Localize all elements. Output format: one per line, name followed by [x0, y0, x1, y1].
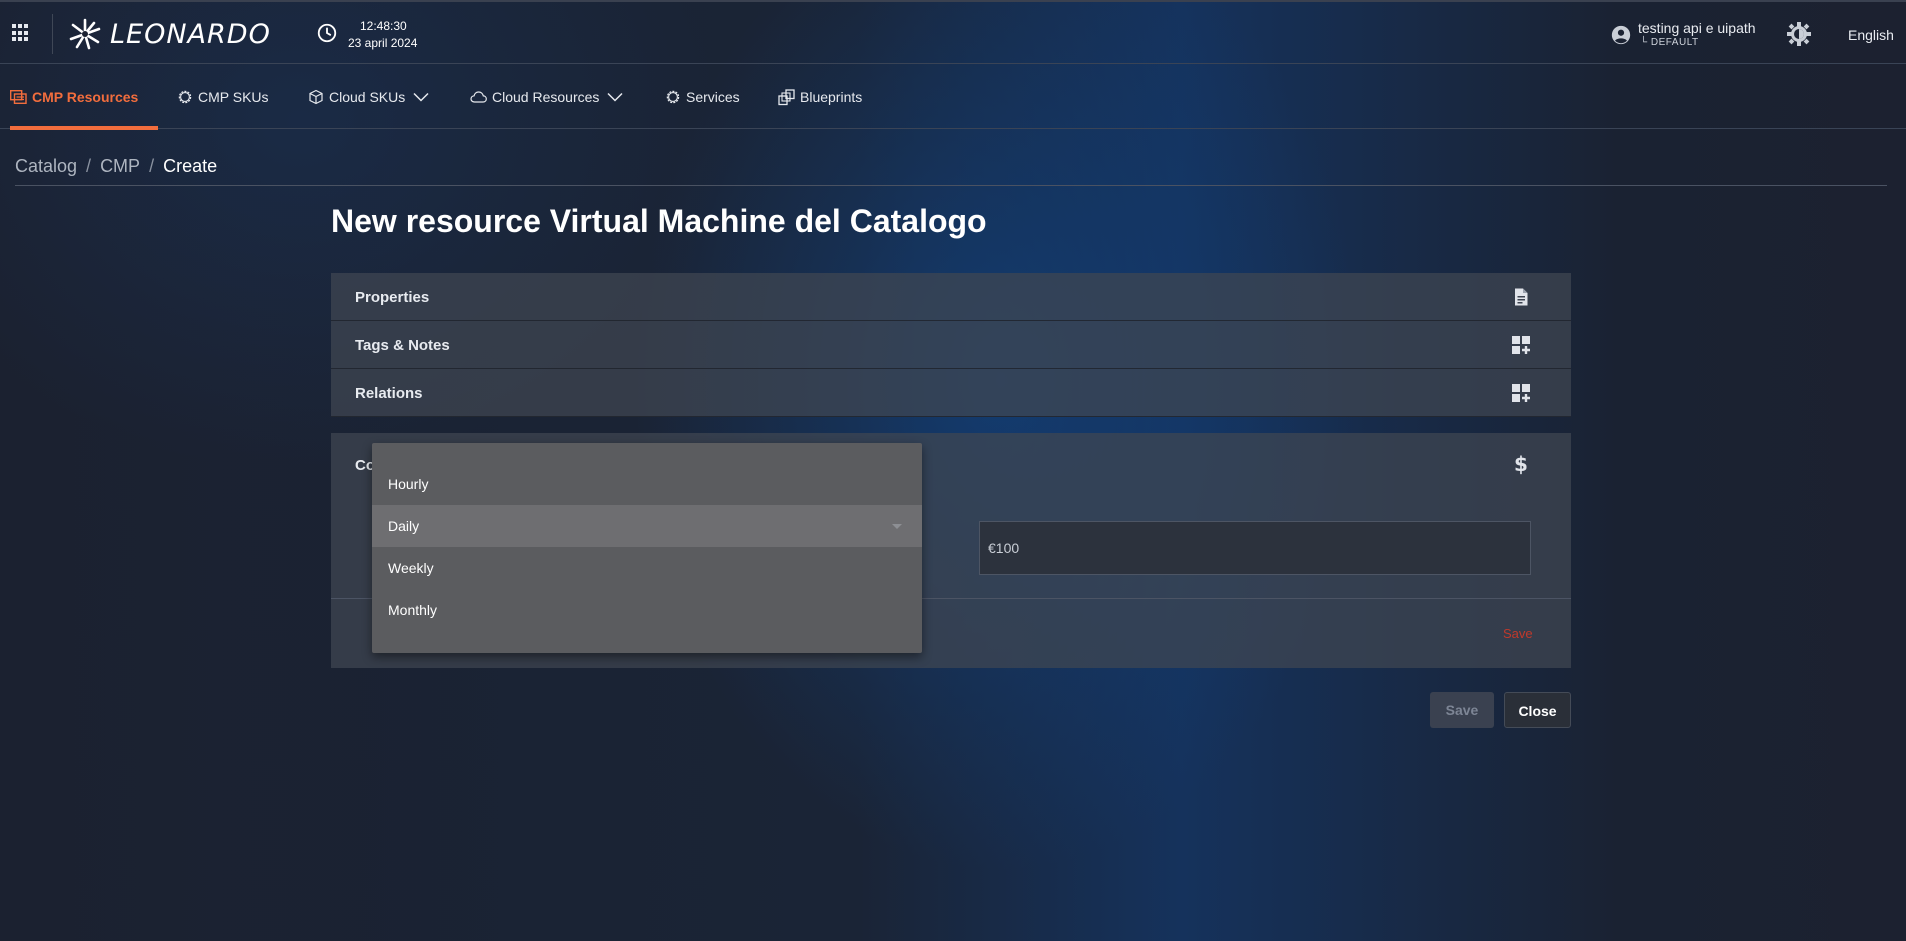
nav-label: Blueprints [800, 89, 863, 105]
language-selector[interactable]: English [1848, 27, 1894, 43]
header-divider [52, 14, 53, 54]
sections-panel: Properties Tags & Notes Relations [331, 273, 1571, 417]
close-button[interactable]: Close [1504, 692, 1571, 728]
svg-text:$: $ [1514, 453, 1528, 475]
gear-icon [178, 90, 192, 104]
section-tags-notes[interactable]: Tags & Notes [331, 321, 1571, 369]
period-dropdown-menu: Hourly Daily Weekly Monthly [372, 443, 922, 653]
breadcrumb-catalog[interactable]: Catalog [15, 156, 77, 177]
nav-cloud-skus[interactable]: Cloud SKUs [308, 65, 434, 129]
option-monthly[interactable]: Monthly [372, 589, 922, 631]
user-tenant: └ DEFAULT [1640, 37, 1699, 48]
logo: LEONARDO [68, 15, 271, 53]
dollar-icon: $ [1514, 453, 1528, 475]
section-relations[interactable]: Relations [331, 369, 1571, 417]
cube-icon [309, 89, 323, 105]
brightness-icon[interactable] [1786, 21, 1812, 47]
blueprint-icon [778, 88, 795, 105]
top-bar: LEONARDO 12:48:30 23 april 2024 testing … [0, 0, 1906, 64]
page-title: New resource Virtual Machine del Catalog… [331, 203, 987, 239]
save-button[interactable]: Save [1430, 692, 1494, 728]
user-account-icon[interactable] [1610, 24, 1632, 46]
clock-time: 12:48:30 [360, 19, 407, 33]
breadcrumb-cmp[interactable]: CMP [100, 156, 140, 177]
section-label: Relations [355, 385, 423, 402]
breadcrumb: Catalog / CMP / Create [15, 156, 217, 177]
nav-cmp-resources[interactable]: CMP Resources [10, 65, 158, 130]
breadcrumb-divider [15, 185, 1887, 186]
chevron-down-icon [607, 92, 623, 102]
option-weekly[interactable]: Weekly [372, 547, 922, 589]
nav-label: Cloud SKUs [329, 89, 406, 105]
chevron-down-icon [413, 92, 429, 102]
resources-icon [10, 90, 27, 104]
cloud-icon [470, 91, 487, 103]
clock-date: 23 april 2024 [348, 36, 418, 50]
clock-icon [317, 23, 337, 43]
nav-cloud-resources[interactable]: Cloud Resources [470, 65, 628, 129]
nav-label: CMP Resources [32, 89, 139, 105]
section-label: Properties [355, 289, 430, 306]
section-properties[interactable]: Properties [331, 273, 1571, 321]
costs-save-button[interactable]: Save [1503, 626, 1533, 641]
option-hourly[interactable]: Hourly [372, 463, 922, 505]
main-nav: CMP Resources CMP SKUs Cloud SKUs Cloud … [0, 65, 1906, 130]
gear-icon [666, 90, 680, 104]
nav-label: CMP SKUs [198, 89, 269, 105]
nav-cmp-skus[interactable]: CMP SKUs [177, 65, 269, 129]
dashboard-add-icon [1512, 384, 1530, 402]
breadcrumb-current: Create [163, 156, 218, 176]
section-label: Tags & Notes [355, 337, 450, 354]
leonardo-logo-icon [69, 18, 101, 50]
dashboard-add-icon [1512, 336, 1530, 354]
nav-label: Cloud Resources [492, 89, 600, 105]
nav-blueprints[interactable]: Blueprints [778, 65, 862, 129]
cost-amount-input[interactable]: €100 [979, 521, 1531, 575]
caret-down-icon [892, 524, 902, 529]
logo-text: LEONARDO [110, 18, 271, 50]
nav-label: Services [686, 89, 740, 105]
breadcrumb-separator: / [86, 156, 92, 176]
user-name[interactable]: testing api e uipath [1638, 20, 1756, 36]
document-icon [1515, 288, 1528, 306]
apps-grid-icon[interactable] [12, 24, 30, 42]
option-daily[interactable]: Daily [372, 505, 922, 547]
breadcrumb-separator: / [149, 156, 155, 176]
nav-services[interactable]: Services [665, 65, 740, 129]
option-label: Daily [388, 518, 420, 534]
